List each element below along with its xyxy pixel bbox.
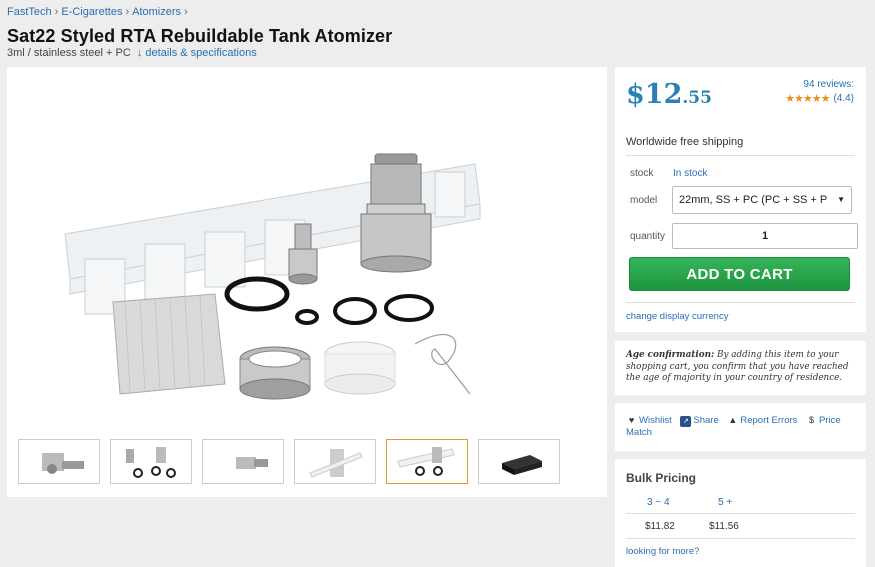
- quantity-label: quantity: [630, 231, 666, 242]
- share-link[interactable]: Share: [693, 415, 718, 426]
- report-errors-link[interactable]: Report Errors: [740, 415, 797, 426]
- rating-value: (4.4): [833, 93, 854, 104]
- wishlist-icon: ♥: [628, 415, 635, 425]
- thumbnail-2[interactable]: [110, 439, 192, 484]
- add-to-cart-button[interactable]: ADD TO CART: [629, 257, 850, 291]
- age-confirmation: Age confirmation: By adding this item to…: [615, 341, 866, 395]
- age-confirmation-heading: Age confirmation:: [626, 350, 715, 360]
- change-currency-link[interactable]: change display currency: [626, 311, 728, 322]
- product-subtitle: 3ml / stainless steel + PC ↓ details & s…: [7, 47, 257, 59]
- thumbnail-image: [42, 452, 84, 474]
- warning-icon: ▲: [728, 415, 738, 425]
- divider: [626, 538, 855, 539]
- bulk-tier-qty: 5 +: [718, 497, 733, 508]
- dollar-icon: $: [809, 415, 815, 425]
- breadcrumb-separator: ›: [184, 6, 188, 18]
- model-label: model: [630, 195, 658, 206]
- product-spec-summary: 3ml / stainless steel + PC: [7, 47, 131, 59]
- thumbnail-image: [236, 456, 268, 469]
- rating-stars-icon: ★★★★★: [785, 93, 830, 105]
- divider: [626, 513, 855, 514]
- quantity-input[interactable]: 1: [672, 223, 858, 249]
- thumbnail-image: [309, 448, 363, 478]
- model-selected-value: 22mm, SS + PC (PC + SS + P: [679, 194, 828, 206]
- breadcrumb-fasttech[interactable]: FastTech: [7, 6, 52, 18]
- bulk-tier-qty: 3 ~ 4: [647, 497, 670, 508]
- buy-box: $12.55 94 reviews: ★★★★★ (4.4) Worldwide…: [615, 67, 866, 332]
- shipping-info: Worldwide free shipping: [626, 136, 744, 148]
- reviews-link[interactable]: 94 reviews:: [785, 79, 854, 90]
- divider: [626, 155, 855, 156]
- breadcrumb-e-cigarettes[interactable]: E-Cigarettes: [61, 6, 122, 18]
- bulk-pricing-title: Bulk Pricing: [626, 471, 697, 485]
- stock-status: In stock: [673, 168, 708, 179]
- thumbnail-1[interactable]: [18, 439, 100, 484]
- page-title: Sat22 Styled RTA Rebuildable Tank Atomiz…: [7, 26, 393, 46]
- thumbnail-image: [126, 446, 176, 478]
- thumbnail-6[interactable]: [478, 439, 560, 484]
- thumbnail-image: [502, 454, 542, 475]
- stock-label: stock: [630, 168, 654, 179]
- bulk-tier-price: $11.56: [709, 521, 739, 532]
- thumbnail-5[interactable]: [386, 439, 468, 484]
- breadcrumb-separator: ›: [54, 6, 59, 18]
- thumbnail-strip: [18, 439, 560, 484]
- breadcrumb-separator: ›: [125, 6, 130, 18]
- thumbnail-image: [397, 446, 455, 476]
- share-icon: ↗: [680, 416, 692, 427]
- breadcrumb-atomizers[interactable]: Atomizers: [132, 6, 181, 18]
- dropdown-arrow-icon: ▼: [837, 195, 845, 204]
- bulk-tier-price: $11.82: [645, 521, 675, 532]
- bulk-pricing: Bulk Pricing 3 ~ 4 5 + $11.82 $11.56 loo…: [615, 459, 866, 567]
- thumbnail-3[interactable]: [202, 439, 284, 484]
- product-gallery: [7, 67, 607, 497]
- price-cents: .55: [682, 88, 712, 108]
- looking-for-more-link[interactable]: looking for more?: [626, 546, 699, 557]
- wishlist-link[interactable]: Wishlist: [639, 415, 672, 426]
- divider: [626, 302, 855, 303]
- main-product-image[interactable]: [55, 144, 525, 484]
- details-link[interactable]: ↓ details & specifications: [137, 47, 257, 59]
- reviews-summary: 94 reviews: ★★★★★ (4.4): [785, 79, 854, 105]
- thumbnail-4[interactable]: [294, 439, 376, 484]
- model-select[interactable]: 22mm, SS + PC (PC + SS + P ▼: [672, 186, 852, 214]
- breadcrumb: FastTech › E-Cigarettes › Atomizers ›: [7, 6, 191, 18]
- product-price: $12.55: [626, 79, 712, 110]
- price-dollars: $12: [626, 79, 683, 110]
- product-actions: ♥ Wishlist ↗ Share ▲ Report Errors $ Price M…: [615, 403, 866, 451]
